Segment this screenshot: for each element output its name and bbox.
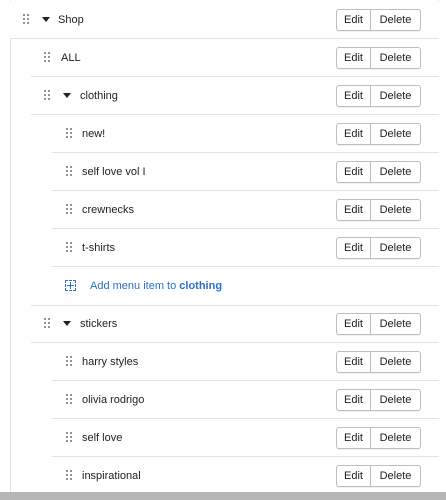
item-actions: Edit Delete [336,389,421,411]
menu-item-label: inspirational [82,470,141,482]
edit-button[interactable]: Edit [336,389,371,411]
delete-button[interactable]: Delete [371,9,421,31]
menu-item-label: t-shirts [82,242,115,254]
drag-handle-icon[interactable] [44,52,50,62]
delete-button[interactable]: Delete [371,465,421,487]
item-actions: Edit Delete [336,237,421,259]
delete-button[interactable]: Delete [371,313,421,335]
item-actions: Edit Delete [336,199,421,221]
item-actions: Edit Delete [336,123,421,145]
window-bottom-edge [0,492,446,500]
menu-item-self-love: self love Edit Delete [52,419,439,457]
drag-handle-icon[interactable] [66,166,72,176]
edit-button[interactable]: Edit [336,47,371,69]
delete-button[interactable]: Delete [371,47,421,69]
menu-item-self-love-vol-i: self love vol I Edit Delete [52,153,439,191]
drag-handle-icon[interactable] [66,128,72,138]
edit-button[interactable]: Edit [336,85,371,107]
edit-button[interactable]: Edit [336,427,371,449]
edit-button[interactable]: Edit [336,313,371,335]
menu-item-inspirational: inspirational Edit Delete [52,457,439,495]
menu-item-label: clothing [80,90,118,102]
menu-item-stickers: stickers Edit Delete [31,305,439,343]
menu-item-label: stickers [80,318,118,330]
drag-handle-icon[interactable] [66,242,72,252]
delete-button[interactable]: Delete [371,199,421,221]
drag-handle-icon[interactable] [66,394,72,404]
drag-handle-icon[interactable] [66,204,72,214]
delete-button[interactable]: Delete [371,123,421,145]
drag-handle-icon[interactable] [66,356,72,366]
drag-handle-icon[interactable] [66,470,72,480]
edit-button[interactable]: Edit [336,161,371,183]
edit-button[interactable]: Edit [336,123,371,145]
item-actions: Edit Delete [336,85,421,107]
add-link-target: clothing [179,280,223,292]
drag-handle-icon[interactable] [66,432,72,442]
item-actions: Edit Delete [336,351,421,373]
menu-item-label: ALL [61,52,81,64]
collapse-caret-icon[interactable] [63,321,71,326]
menu-item-new: new! Edit Delete [52,115,439,153]
add-menu-item-link[interactable]: Add menu item to clothing [90,267,222,305]
edit-button[interactable]: Edit [336,199,371,221]
menu-editor: Shop Edit Delete ALL Edit Delete clothin… [0,0,446,500]
delete-button[interactable]: Delete [371,237,421,259]
menu-item-label: self love vol I [82,166,146,178]
drag-handle-icon[interactable] [44,90,50,100]
menu-item-t-shirts: t-shirts Edit Delete [52,229,439,267]
edit-button[interactable]: Edit [336,9,371,31]
item-actions: Edit Delete [336,465,421,487]
menu-item-label: harry styles [82,356,139,368]
add-item-icon[interactable] [65,280,76,291]
delete-button[interactable]: Delete [371,85,421,107]
drag-handle-icon[interactable] [44,318,50,328]
menu-item-label: olivia rodrigo [82,394,145,406]
menu-item-label: new! [82,128,106,140]
menu-item-all: ALL Edit Delete [31,39,439,77]
menu-item-label: self love [82,432,123,444]
menu-item-shop: Shop Edit Delete [10,1,439,39]
edit-button[interactable]: Edit [336,465,371,487]
delete-button[interactable]: Delete [371,161,421,183]
edit-button[interactable]: Edit [336,237,371,259]
menu-item-label: Shop [58,14,84,26]
collapse-caret-icon[interactable] [42,17,50,22]
menu-item-label: crewnecks [82,204,134,216]
delete-button[interactable]: Delete [371,427,421,449]
menu-item-clothing: clothing Edit Delete [31,77,439,115]
add-menu-item-row: Add menu item to clothing [52,267,439,305]
item-actions: Edit Delete [336,9,421,31]
drag-handle-icon[interactable] [23,14,29,24]
item-actions: Edit Delete [336,313,421,335]
edit-button[interactable]: Edit [336,351,371,373]
menu-item-olivia-rodrigo: olivia rodrigo Edit Delete [52,381,439,419]
collapse-caret-icon[interactable] [63,93,71,98]
menu-item-harry-styles: harry styles Edit Delete [52,343,439,381]
menu-item-crewnecks: crewnecks Edit Delete [52,191,439,229]
item-actions: Edit Delete [336,161,421,183]
item-actions: Edit Delete [336,47,421,69]
delete-button[interactable]: Delete [371,389,421,411]
add-link-prefix: Add menu item to [90,280,177,292]
delete-button[interactable]: Delete [371,351,421,373]
item-actions: Edit Delete [336,427,421,449]
